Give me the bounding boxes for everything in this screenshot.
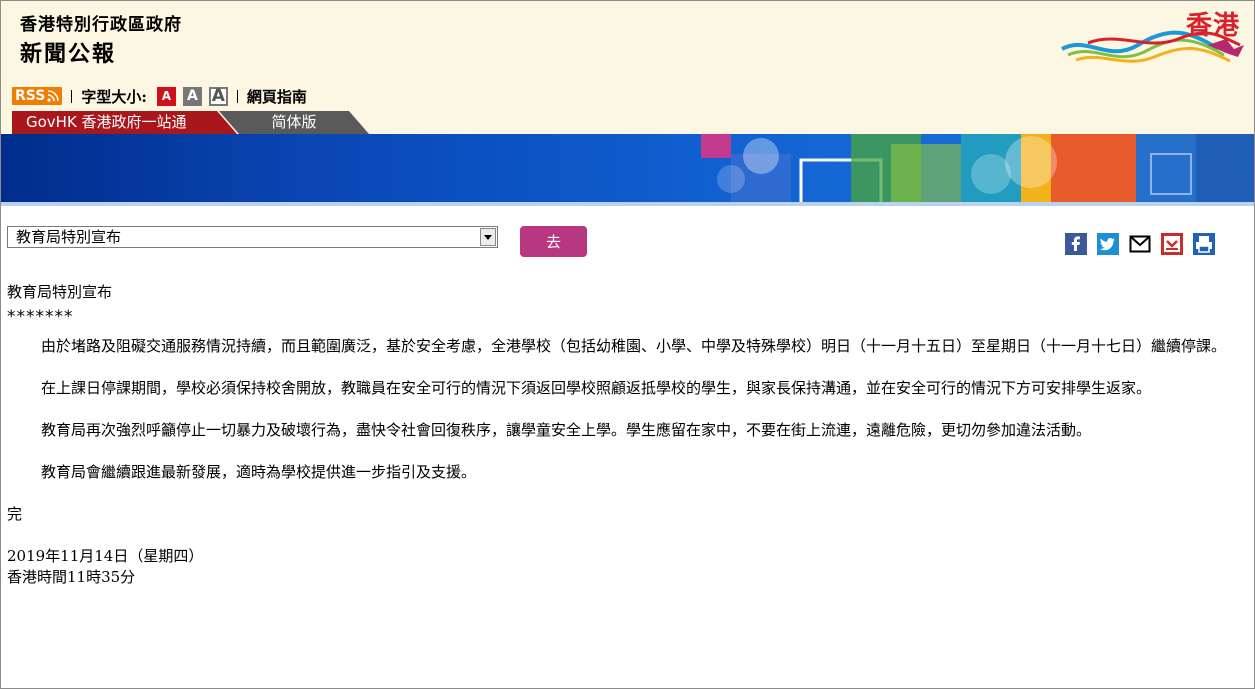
banner-graphic-icon (701, 134, 1254, 204)
font-size-medium-button[interactable]: A (182, 86, 202, 106)
decorative-banner (1, 134, 1254, 204)
go-button[interactable]: 去 (520, 226, 587, 257)
publish-date: 2019年11月14日（星期四） (7, 547, 204, 565)
press-release-title: 新聞公報 (20, 42, 117, 67)
bookmark-icon (1161, 233, 1183, 255)
article-end-mark: 完 (7, 505, 23, 523)
font-size-large-button[interactable]: A (208, 86, 228, 106)
print-button[interactable] (1193, 233, 1215, 255)
caret-down-icon (484, 234, 492, 240)
rss-feed-icon (47, 90, 60, 102)
tab-simplified-chinese[interactable]: 简体版 (219, 111, 369, 134)
select-arrow-button[interactable] (480, 228, 496, 246)
font-size-label: 字型大小: (81, 87, 147, 106)
article-paragraph: 在上課日停課期間，學校必須保持校舍開放，教職員在安全可行的情況下須返回學校照顧返… (41, 379, 1152, 397)
select-value: 教育局特別宣布 (16, 228, 122, 246)
toolbar-divider (236, 89, 238, 103)
tab-govhk[interactable]: GovHK 香港政府一站通 (12, 111, 237, 134)
site-guide-link[interactable]: 網頁指南 (247, 86, 307, 107)
share-toolbar (1065, 233, 1215, 255)
announcement-select[interactable]: 教育局特別宣布 (7, 226, 498, 248)
brand-hong-kong-logo[interactable]: 香港 (1058, 5, 1248, 71)
publish-time: 香港時間11時35分 (7, 568, 136, 586)
facebook-share-button[interactable] (1065, 233, 1087, 255)
twitter-icon (1097, 233, 1119, 255)
twitter-share-button[interactable] (1097, 233, 1119, 255)
email-icon (1129, 235, 1151, 253)
print-icon (1193, 233, 1215, 255)
title-separator: ******* (7, 307, 74, 327)
email-share-button[interactable] (1129, 233, 1151, 255)
dragon-ribbon-icon (1061, 30, 1244, 63)
toolbar-divider (71, 89, 73, 103)
article-title: 教育局特別宣布 (7, 283, 113, 301)
article-paragraph: 教育局再次強烈呼籲停止一切暴力及破壞行為，盡快令社會回復秩序，讓學童安全上學。學… (41, 421, 1092, 439)
rss-label: RSS (15, 88, 46, 104)
rss-link[interactable]: RSS (12, 87, 63, 105)
site-header: 香港特別行政區政府 新聞公報 香港 RSS 字型大小: A A A 網頁指南 G… (1, 1, 1254, 134)
article-paragraph: 教育局會繼續跟進最新發展，適時為學校提供進一步指引及支援。 (41, 463, 477, 481)
government-name: 香港特別行政區政府 (20, 15, 182, 35)
bookmark-button[interactable] (1161, 233, 1183, 255)
article-paragraph: 由於堵路及阻礙交通服務情況持續，而且範圍廣泛，基於安全考慮，全港學校（包括幼稚園… (41, 337, 1227, 355)
facebook-icon (1065, 233, 1087, 255)
page-frame: 香港特別行政區政府 新聞公報 香港 RSS 字型大小: A A A 網頁指南 G… (0, 0, 1255, 689)
article-body: 教育局特別宣布 ******* 由於堵路及阻礙交通服務情況持續，而且範圍廣泛，基… (7, 282, 1247, 588)
font-size-small-button[interactable]: A (156, 86, 176, 106)
utility-toolbar: RSS 字型大小: A A A 網頁指南 (12, 86, 307, 106)
banner-divider (1, 202, 1254, 206)
